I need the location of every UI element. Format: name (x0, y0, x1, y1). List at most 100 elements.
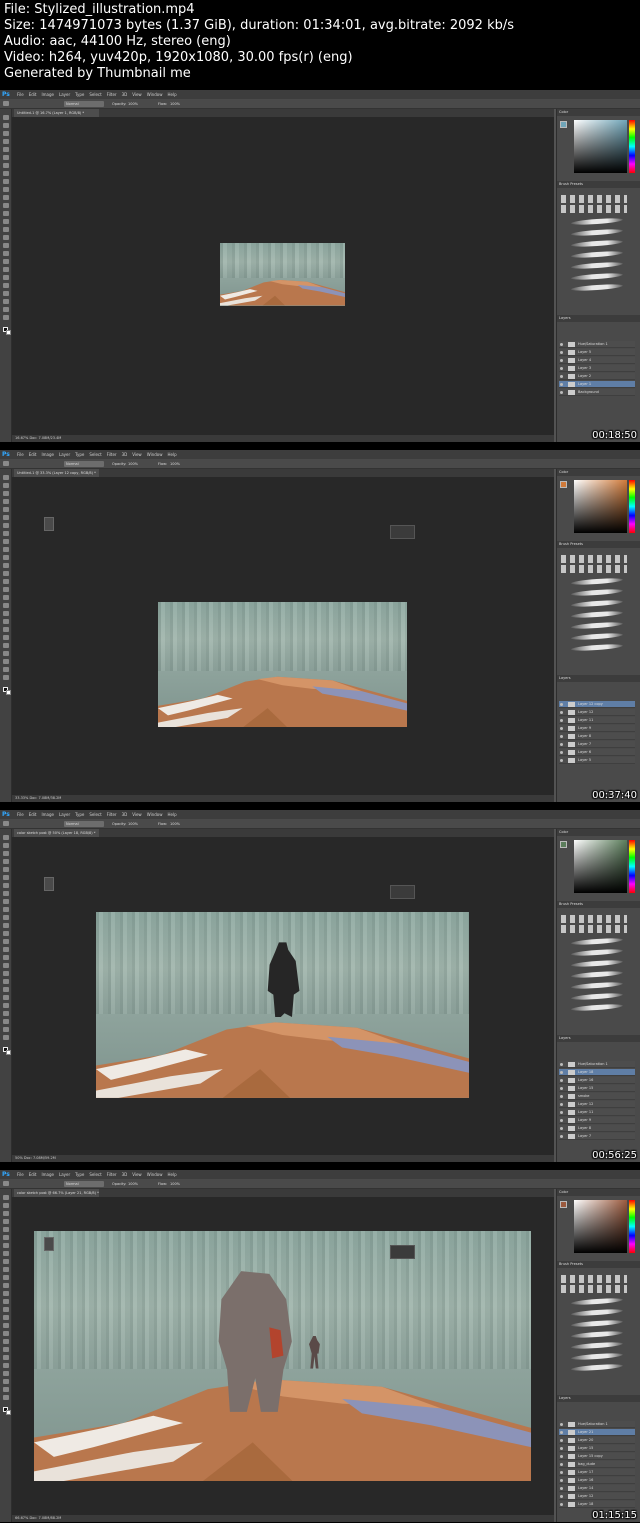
tool-icon[interactable] (3, 163, 9, 168)
tool-icon[interactable] (3, 595, 9, 600)
layer-row[interactable]: Hue/Saturation 1 (559, 1061, 635, 1068)
brush-stroke-preview[interactable] (570, 250, 624, 259)
eye-icon[interactable] (560, 1135, 563, 1138)
layer-row[interactable]: Layer 12 (559, 709, 635, 716)
eye-icon[interactable] (560, 727, 563, 730)
brush-tool-icon[interactable] (3, 821, 9, 826)
tool-icon[interactable] (3, 1003, 9, 1008)
eye-icon[interactable] (560, 711, 563, 714)
layer-row[interactable]: Hue/Saturation 1 (559, 341, 635, 348)
menu-item[interactable]: Select (89, 450, 101, 459)
tool-icon[interactable] (3, 171, 9, 176)
brush-preset-row[interactable] (561, 1285, 627, 1293)
tool-icon[interactable] (3, 963, 9, 968)
eye-icon[interactable] (560, 1087, 563, 1090)
mode-select[interactable] (64, 101, 104, 107)
brush-preset-row[interactable] (561, 195, 627, 203)
floating-panel[interactable] (390, 525, 415, 539)
menu-item[interactable]: Filter (107, 1170, 117, 1179)
menu-item[interactable]: Window (147, 450, 163, 459)
document-tab[interactable]: color sketch post @ 66.7% (Layer 21, RGB… (14, 1189, 99, 1197)
document-tab[interactable]: color sketch post @ 50% (Layer 18, RGB/8… (14, 829, 99, 837)
document-tab[interactable]: Untitled-1 @ 16.7% (Layer 1, RGB/8) * (14, 109, 99, 117)
flow-value[interactable]: 100% (170, 461, 180, 467)
tool-icon[interactable] (3, 1195, 9, 1200)
eye-icon[interactable] (560, 719, 563, 722)
menu-item[interactable]: Filter (107, 810, 117, 819)
tool-icon[interactable] (3, 1347, 9, 1352)
menu-item[interactable]: File (17, 810, 24, 819)
tool-icon[interactable] (3, 947, 9, 952)
background-color-swatch[interactable] (6, 1410, 11, 1415)
menu-item[interactable]: Edit (29, 450, 37, 459)
tool-icon[interactable] (3, 1275, 9, 1280)
brush-stroke-preview[interactable] (570, 599, 624, 608)
layer-row[interactable]: Layer 15 (559, 1085, 635, 1092)
tool-icon[interactable] (3, 531, 9, 536)
menu-item[interactable]: Layer (59, 90, 70, 99)
tool-icon[interactable] (3, 1283, 9, 1288)
tool-icon[interactable] (3, 195, 9, 200)
layer-row[interactable]: Layer 7 (559, 741, 635, 748)
background-color-swatch[interactable] (6, 330, 11, 335)
tool-icon[interactable] (3, 259, 9, 264)
tool-icon[interactable] (3, 931, 9, 936)
eye-icon[interactable] (560, 1503, 563, 1506)
eye-icon[interactable] (560, 351, 563, 354)
tool-icon[interactable] (3, 675, 9, 680)
layer-row[interactable]: Background (559, 389, 635, 396)
tool-icon[interactable] (3, 1243, 9, 1248)
tool-icon[interactable] (3, 515, 9, 520)
brush-presets-tab[interactable]: Brush Presets (557, 901, 640, 908)
menu-item[interactable]: View (132, 810, 142, 819)
tool-icon[interactable] (3, 891, 9, 896)
eye-icon[interactable] (560, 343, 563, 346)
tool-icon[interactable] (3, 1387, 9, 1392)
tool-icon[interactable] (3, 1323, 9, 1328)
tool-icon[interactable] (3, 1011, 9, 1016)
brush-stroke-preview[interactable] (570, 1352, 624, 1361)
tool-icon[interactable] (3, 1235, 9, 1240)
tool-icon[interactable] (3, 915, 9, 920)
tool-icon[interactable] (3, 899, 9, 904)
tool-icon[interactable] (3, 179, 9, 184)
menu-item[interactable]: 3D (122, 450, 128, 459)
menu-item[interactable]: Image (41, 810, 54, 819)
tool-icon[interactable] (3, 555, 9, 560)
layer-row[interactable]: Layer 18 (559, 1501, 635, 1508)
current-color-swatch[interactable] (560, 481, 567, 488)
menu-item[interactable]: Help (167, 450, 176, 459)
menu-item[interactable]: 3D (122, 810, 128, 819)
tool-icon[interactable] (3, 211, 9, 216)
tool-icon[interactable] (3, 539, 9, 544)
tool-icon[interactable] (3, 1251, 9, 1256)
eye-icon[interactable] (560, 1487, 563, 1490)
brush-stroke-preview[interactable] (570, 1341, 624, 1350)
tool-icon[interactable] (3, 123, 9, 128)
menu-item[interactable]: Window (147, 1170, 163, 1179)
layer-row[interactable]: Layer 11 (559, 717, 635, 724)
tool-icon[interactable] (3, 227, 9, 232)
brush-stroke-preview[interactable] (570, 937, 624, 946)
layer-row[interactable]: Layer 8 (559, 733, 635, 740)
brush-stroke-preview[interactable] (570, 981, 624, 990)
eye-icon[interactable] (560, 1471, 563, 1474)
tool-icon[interactable] (3, 1363, 9, 1368)
tool-icon[interactable] (3, 547, 9, 552)
tool-icon[interactable] (3, 115, 9, 120)
color-picker-field[interactable] (574, 1200, 627, 1253)
eye-icon[interactable] (560, 367, 563, 370)
artwork-canvas[interactable] (220, 243, 345, 306)
tool-icon[interactable] (3, 603, 9, 608)
color-panel-tab[interactable]: Color (557, 1189, 640, 1196)
tool-icon[interactable] (3, 1259, 9, 1264)
tool-icon[interactable] (3, 859, 9, 864)
floating-panel[interactable] (390, 885, 415, 899)
menu-item[interactable]: Layer (59, 810, 70, 819)
eye-icon[interactable] (560, 751, 563, 754)
color-panel-tab[interactable]: Color (557, 109, 640, 116)
tool-icon[interactable] (3, 1315, 9, 1320)
tool-icon[interactable] (3, 955, 9, 960)
menu-item[interactable]: Help (167, 90, 176, 99)
menu-item[interactable]: File (17, 1170, 24, 1179)
